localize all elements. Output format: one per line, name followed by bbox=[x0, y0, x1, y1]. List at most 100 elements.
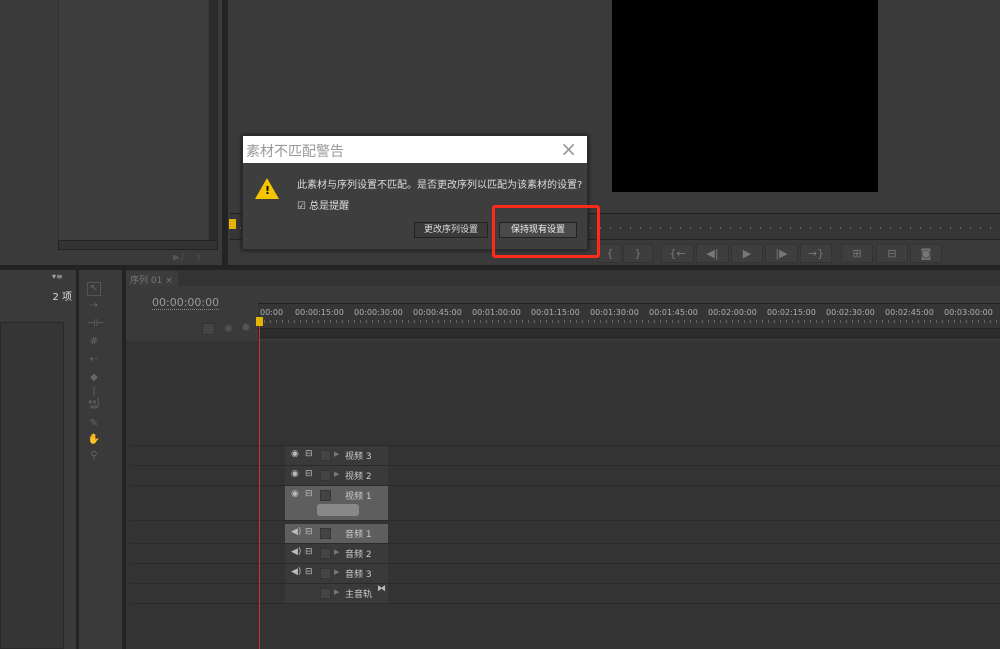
marker-icon[interactable]: ◉ bbox=[224, 323, 233, 334]
highlight-box bbox=[492, 205, 600, 258]
track-lock-toggle[interactable] bbox=[320, 528, 331, 539]
sync-lock-icon[interactable]: ⊟ bbox=[305, 527, 313, 537]
playhead-handle[interactable] bbox=[256, 317, 263, 326]
track-row[interactable]: ◉ ⊟ 视频 1 bbox=[130, 486, 1000, 521]
track-header: ◀) ⊟ 音频 1 bbox=[285, 524, 388, 543]
vertical-scrollbar[interactable] bbox=[209, 0, 218, 240]
track-label: 主音轨 bbox=[345, 590, 373, 600]
track-row[interactable]: ◉ ⊟ ▶ 视频 3 bbox=[130, 446, 1000, 466]
camera-icon: ◙ bbox=[920, 247, 932, 260]
ruler-label: 00:03:00:00 bbox=[944, 308, 993, 317]
track-lock-toggle[interactable] bbox=[320, 548, 331, 559]
hand-tool[interactable]: ✋ bbox=[87, 434, 101, 446]
close-icon[interactable]: × bbox=[560, 137, 577, 161]
timeline-tab[interactable]: 序列 01 × bbox=[126, 271, 178, 286]
expand-icon[interactable]: ▶ bbox=[334, 548, 339, 556]
track-select-tool[interactable]: ⇢ bbox=[87, 300, 101, 312]
snap-icon[interactable] bbox=[202, 323, 215, 335]
expand-icon[interactable]: ▶ bbox=[334, 568, 339, 576]
sync-lock-icon[interactable]: ⊟ bbox=[305, 567, 313, 577]
tools-panel: ↖ ⇢ ⊣⊢ # ⇠ ◆ |↔| ⇔ ✎ ✋ ⚲ bbox=[79, 270, 122, 649]
add-marker-icon[interactable]: ⬟ bbox=[242, 323, 250, 333]
track-row[interactable]: ▶ 主音轨 ⧓ bbox=[130, 584, 1000, 604]
timeline-tracks-area bbox=[130, 341, 1000, 446]
tab-label: 序列 01 bbox=[130, 276, 163, 286]
pen-tool[interactable]: ✎ bbox=[87, 418, 101, 430]
ruler-label: 00:01:30:00 bbox=[590, 308, 639, 317]
export-icon[interactable]: ⇪ bbox=[195, 253, 203, 263]
track-row[interactable]: ◀) ⊟ ▶ 音频 3 bbox=[130, 564, 1000, 584]
track-row[interactable]: ◉ ⊟ ▶ 视频 2 bbox=[130, 466, 1000, 486]
track-lock-toggle[interactable] bbox=[320, 588, 331, 599]
track-lock-toggle[interactable] bbox=[320, 470, 331, 481]
checkbox-icon[interactable]: ☑ bbox=[297, 201, 306, 212]
tab-close-icon[interactable]: × bbox=[165, 276, 173, 286]
ruler-label: 00:02:00:00 bbox=[708, 308, 757, 317]
speaker-icon[interactable]: ◀) bbox=[291, 527, 301, 537]
source-panel: ▶♪ ⇪ bbox=[0, 0, 222, 265]
sync-lock-icon[interactable]: ⊟ bbox=[305, 469, 313, 479]
eye-icon[interactable]: ◉ bbox=[291, 449, 299, 459]
track-row[interactable]: ◀) ⊟ 音频 1 bbox=[130, 524, 1000, 544]
eye-icon[interactable]: ◉ bbox=[291, 469, 299, 479]
ruler-label: 00:01:00:00 bbox=[472, 308, 521, 317]
sync-lock-icon[interactable]: ⊟ bbox=[305, 547, 313, 557]
track-lock-toggle[interactable] bbox=[320, 490, 331, 501]
track-label: 视频 2 bbox=[345, 472, 372, 482]
project-list bbox=[0, 322, 64, 649]
ruler-label: 00:00:30:00 bbox=[354, 308, 403, 317]
panel-menu-icon[interactable]: ▾≡ bbox=[52, 272, 63, 281]
go-to-out-button[interactable]: →} bbox=[800, 244, 832, 263]
mark-in-button[interactable]: { bbox=[598, 244, 622, 263]
sync-lock-icon[interactable]: ⊟ bbox=[305, 449, 313, 459]
ruler-label: 00:00:45:00 bbox=[413, 308, 462, 317]
export-frame-button[interactable]: ◙ bbox=[910, 244, 942, 263]
track-row[interactable]: ◀) ⊟ ▶ 音频 2 bbox=[130, 544, 1000, 564]
track-lock-toggle[interactable] bbox=[320, 450, 331, 461]
track-header: ◀) ⊟ ▶ 音频 2 bbox=[285, 544, 388, 563]
slide-tool[interactable]: ⇔ bbox=[87, 402, 101, 414]
play-audio-icon[interactable]: ▶♪ bbox=[173, 253, 186, 263]
change-sequence-settings-button[interactable]: 更改序列设置 bbox=[414, 222, 488, 238]
track-header: ◀) ⊟ ▶ 音频 3 bbox=[285, 564, 388, 583]
speaker-icon[interactable]: ◀) bbox=[291, 567, 301, 577]
dialog-title: 素材不匹配警告 bbox=[246, 144, 344, 160]
play-button[interactable]: ▶ bbox=[731, 244, 763, 263]
expand-icon[interactable]: ▶ bbox=[334, 450, 339, 458]
rolling-edit-tool[interactable]: # bbox=[87, 336, 101, 348]
dialog-message: 此素材与序列设置不匹配。是否更改序列以匹配为该素材的设置? bbox=[297, 180, 583, 191]
mark-out-button[interactable]: } bbox=[623, 244, 653, 263]
ruler-label: 00:00:15:00 bbox=[295, 308, 344, 317]
extract-icon: ⊟ bbox=[887, 247, 897, 260]
step-back-button[interactable]: ◀| bbox=[696, 244, 729, 263]
eye-icon[interactable]: ◉ bbox=[291, 489, 299, 499]
ruler-label: 00:00 bbox=[260, 308, 284, 317]
zoom-tool[interactable]: ⚲ bbox=[87, 450, 101, 462]
item-count: 2 项 bbox=[52, 292, 72, 303]
video-preview bbox=[612, 0, 878, 192]
lift-button[interactable]: ⊞ bbox=[841, 244, 873, 263]
speaker-icon[interactable]: ◀) bbox=[291, 547, 301, 557]
always-remind-checkbox[interactable]: ☑ 总是提醒 bbox=[297, 197, 349, 212]
timecode[interactable]: 00:00:00:00 bbox=[152, 296, 220, 310]
expand-icon[interactable]: ▶ bbox=[334, 470, 339, 478]
playhead-marker[interactable] bbox=[229, 219, 236, 229]
rate-stretch-tool[interactable]: ⇠ bbox=[87, 354, 101, 366]
sync-lock-icon[interactable]: ⊟ bbox=[305, 489, 313, 499]
horizontal-scrollbar[interactable] bbox=[58, 240, 218, 250]
ruler-label: 00:02:15:00 bbox=[767, 308, 816, 317]
slip-tool[interactable]: |↔| bbox=[87, 386, 101, 408]
extract-button[interactable]: ⊟ bbox=[876, 244, 908, 263]
keyframe-navigator[interactable] bbox=[317, 504, 359, 516]
razor-tool[interactable]: ◆ bbox=[87, 372, 101, 384]
project-panel: ▾≡ 2 项 bbox=[0, 270, 76, 649]
go-to-in-button[interactable]: {← bbox=[661, 244, 694, 263]
selection-tool[interactable]: ↖ bbox=[87, 282, 101, 296]
track-lock-toggle[interactable] bbox=[320, 568, 331, 579]
work-area-bar[interactable] bbox=[258, 328, 1000, 338]
step-forward-button[interactable]: |▶ bbox=[765, 244, 798, 263]
track-label: 音频 3 bbox=[345, 570, 372, 580]
expand-icon[interactable]: ▶ bbox=[334, 588, 339, 596]
playhead-line[interactable] bbox=[259, 326, 260, 649]
ripple-edit-tool[interactable]: ⊣⊢ bbox=[87, 318, 104, 330]
